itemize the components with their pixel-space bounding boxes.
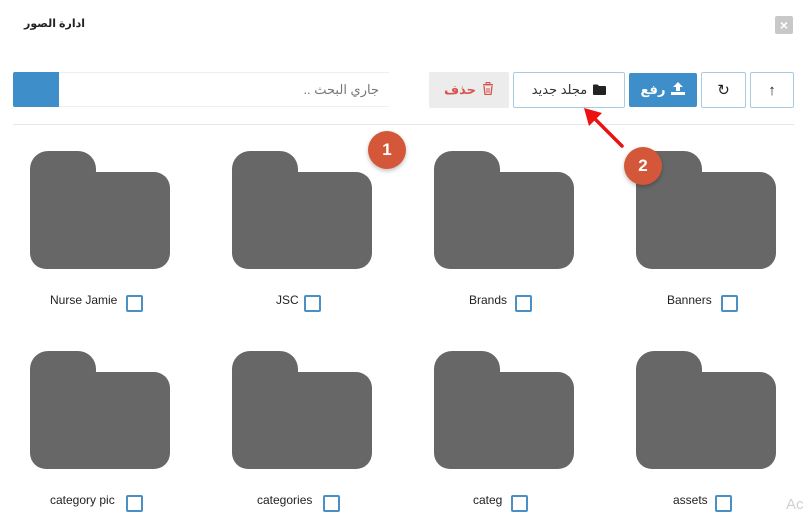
new-folder-button-label: مجلد جديد	[531, 82, 588, 97]
level-up-icon: ↑	[768, 81, 776, 99]
folder-icon[interactable]	[434, 351, 574, 469]
folder-item[interactable]: Brands	[434, 151, 614, 331]
folder-item[interactable]: categ	[434, 351, 614, 522]
annotation-badge-1: 1	[368, 131, 406, 169]
folder-checkbox[interactable]	[126, 295, 143, 312]
folder-checkbox[interactable]	[304, 295, 321, 312]
annotation-arrow	[584, 108, 624, 148]
folder-icon[interactable]	[636, 351, 776, 469]
close-icon: ×	[779, 17, 789, 33]
watermark-text: Ac	[786, 496, 804, 513]
folder-label: assets	[673, 493, 708, 507]
folder-icon[interactable]	[434, 151, 574, 269]
folder-icon[interactable]	[232, 151, 372, 269]
folder-item[interactable]: Nurse Jamie	[30, 151, 210, 331]
search-input[interactable]	[59, 72, 389, 107]
delete-button[interactable]: حذف	[429, 72, 509, 108]
folder-icon[interactable]	[232, 351, 372, 469]
folder-item[interactable]: assets	[636, 351, 804, 522]
folder-checkbox[interactable]	[126, 495, 143, 512]
folder-checkbox[interactable]	[721, 295, 738, 312]
folder-label: categ	[473, 493, 503, 507]
upload-button[interactable]: رفع	[629, 73, 697, 107]
folder-item[interactable]: Banners	[636, 151, 804, 331]
folder-label: category pic	[50, 493, 115, 507]
folder-label: JSC	[276, 293, 299, 307]
toolbar-divider	[13, 124, 794, 125]
folder-label: Banners	[667, 293, 712, 307]
folder-item[interactable]: category pic	[30, 351, 210, 522]
delete-button-label: حذف	[444, 82, 476, 97]
upload-icon	[671, 82, 686, 98]
refresh-icon: ↻	[717, 82, 730, 99]
folder-item[interactable]: JSC	[232, 151, 412, 331]
trash-icon	[482, 82, 494, 98]
up-level-button[interactable]: ↑	[750, 72, 794, 108]
annotation-badge-2: 2	[624, 147, 662, 185]
folder-checkbox[interactable]	[515, 295, 532, 312]
folder-label: Brands	[469, 293, 508, 307]
close-button[interactable]: ×	[775, 16, 793, 34]
folder-label: categories	[257, 493, 313, 507]
folder-icon[interactable]	[30, 351, 170, 469]
search-bar	[13, 72, 389, 107]
folder-item[interactable]: categories	[232, 351, 412, 522]
folder-checkbox[interactable]	[323, 495, 340, 512]
folder-label: Nurse Jamie	[50, 293, 118, 307]
folder-icon	[593, 83, 607, 98]
folder-icon[interactable]	[30, 151, 170, 269]
new-folder-button[interactable]: مجلد جديد	[513, 72, 625, 108]
folder-checkbox[interactable]	[715, 495, 732, 512]
refresh-button[interactable]: ↻	[701, 72, 746, 108]
upload-button-label: رفع	[640, 82, 666, 97]
modal-title: ادارة الصور	[24, 18, 86, 30]
search-button[interactable]	[13, 72, 59, 107]
folder-checkbox[interactable]	[511, 495, 528, 512]
